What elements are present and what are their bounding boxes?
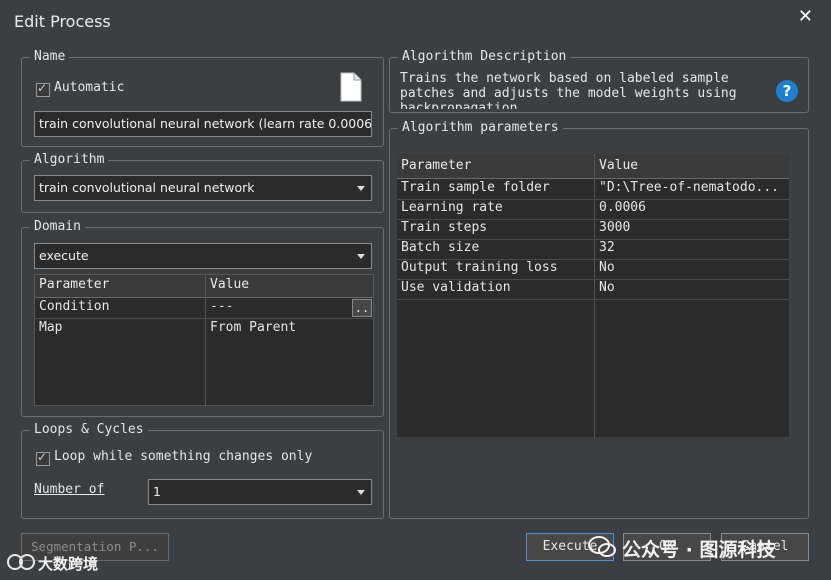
- description-text: Trains the network based on labeled samp…: [400, 71, 770, 109]
- param-cell: Learning rate: [401, 200, 503, 215]
- algorithm-select[interactable]: train convolutional neural network: [34, 175, 372, 201]
- number-of-select[interactable]: 1: [148, 479, 372, 505]
- table-row[interactable]: Learning rate 0.0006: [397, 199, 789, 219]
- condition-browse-button[interactable]: ..: [352, 299, 372, 317]
- value-cell: ---: [210, 299, 234, 314]
- window-title: Edit Process: [14, 12, 111, 31]
- loop-label[interactable]: Loop while something changes only: [54, 449, 312, 464]
- column-header-value: Value: [210, 277, 250, 292]
- number-of-label: Number of: [34, 482, 105, 497]
- table-row[interactable]: Map From Parent: [35, 319, 373, 339]
- value-cell: No: [599, 280, 615, 295]
- param-cell: Output training loss: [401, 260, 558, 275]
- watermark-logo-icon: [7, 554, 35, 570]
- column-header-parameter: Parameter: [39, 277, 110, 292]
- description-legend: Algorithm Description: [398, 48, 571, 66]
- wechat-icon: [588, 536, 616, 557]
- table-row[interactable]: Train steps 3000: [397, 219, 789, 239]
- automatic-label[interactable]: Automatic: [54, 80, 124, 95]
- chevron-down-icon: [357, 490, 365, 495]
- table-row[interactable]: Batch size 32: [397, 239, 789, 259]
- parameters-legend: Algorithm parameters: [398, 119, 563, 137]
- close-icon[interactable]: ✕: [798, 6, 813, 27]
- description-line: patches and adjusts the model weights us…: [400, 86, 737, 101]
- name-group: Name Automatic train convolutional neura…: [21, 48, 384, 147]
- help-icon[interactable]: ?: [776, 80, 798, 102]
- row-divider: [397, 299, 789, 300]
- value-cell: 3000: [599, 220, 631, 235]
- domain-parameter-table[interactable]: Parameter Value Condition --- .. Map Fro…: [34, 274, 374, 406]
- chevron-down-icon: [357, 186, 365, 191]
- param-cell: Condition: [39, 299, 110, 314]
- table-row[interactable]: Train sample folder "D:\Tree-of-nematodo…: [397, 179, 789, 199]
- value-cell: "D:\Tree-of-nematodo...: [599, 180, 780, 195]
- table-header: Parameter Value: [397, 154, 789, 179]
- table-header: Parameter Value: [35, 275, 373, 298]
- loops-legend: Loops & Cycles: [30, 421, 148, 439]
- param-cell: Use validation: [401, 280, 511, 295]
- parameters-group: Algorithm parameters Parameter Value Tra…: [389, 119, 809, 519]
- param-cell: Train steps: [401, 220, 488, 235]
- domain-select-value: execute: [39, 248, 89, 263]
- chevron-down-icon: [357, 254, 365, 259]
- table-row[interactable]: Output training loss No: [397, 259, 789, 279]
- column-header-parameter: Parameter: [401, 158, 472, 173]
- param-cell: Batch size: [401, 240, 480, 255]
- value-cell: 32: [599, 240, 615, 255]
- domain-group: Domain execute Parameter Value Condition…: [21, 218, 384, 417]
- domain-legend: Domain: [30, 218, 85, 236]
- number-of-value: 1: [153, 484, 161, 499]
- process-name-input[interactable]: train convolutional neural network (lear…: [34, 111, 372, 137]
- value-cell: No: [599, 260, 615, 275]
- document-icon: [340, 72, 362, 102]
- value-cell: From Parent: [210, 320, 297, 335]
- table-row[interactable]: Use validation No: [397, 279, 789, 299]
- description-line: backpropagation: [400, 101, 518, 109]
- param-cell: Map: [39, 320, 63, 335]
- column-divider: [205, 275, 206, 405]
- algorithm-select-value: train convolutional neural network: [39, 180, 255, 195]
- algorithm-group: Algorithm train convolutional neural net…: [21, 151, 384, 213]
- title-bar: Edit Process ✕: [0, 0, 831, 44]
- column-header-value: Value: [599, 158, 639, 173]
- loops-group: Loops & Cycles Loop while something chan…: [21, 421, 384, 519]
- table-row[interactable]: Condition --- ..: [35, 298, 373, 318]
- automatic-checkbox[interactable]: [36, 81, 50, 97]
- algorithm-parameter-table[interactable]: Parameter Value Train sample folder "D:\…: [397, 154, 789, 437]
- watermark-left-text: 大数跨境: [38, 555, 99, 573]
- description-group: Algorithm Description Trains the network…: [389, 48, 809, 113]
- param-cell: Train sample folder: [401, 180, 550, 195]
- description-line: Trains the network based on labeled samp…: [400, 71, 729, 86]
- watermark-right-text: 公众号 · 图源科技: [622, 539, 776, 561]
- algorithm-legend: Algorithm: [30, 151, 109, 169]
- domain-select[interactable]: execute: [34, 243, 372, 269]
- name-legend: Name: [30, 48, 70, 66]
- loop-checkbox[interactable]: [36, 450, 50, 466]
- value-cell: 0.0006: [599, 200, 646, 215]
